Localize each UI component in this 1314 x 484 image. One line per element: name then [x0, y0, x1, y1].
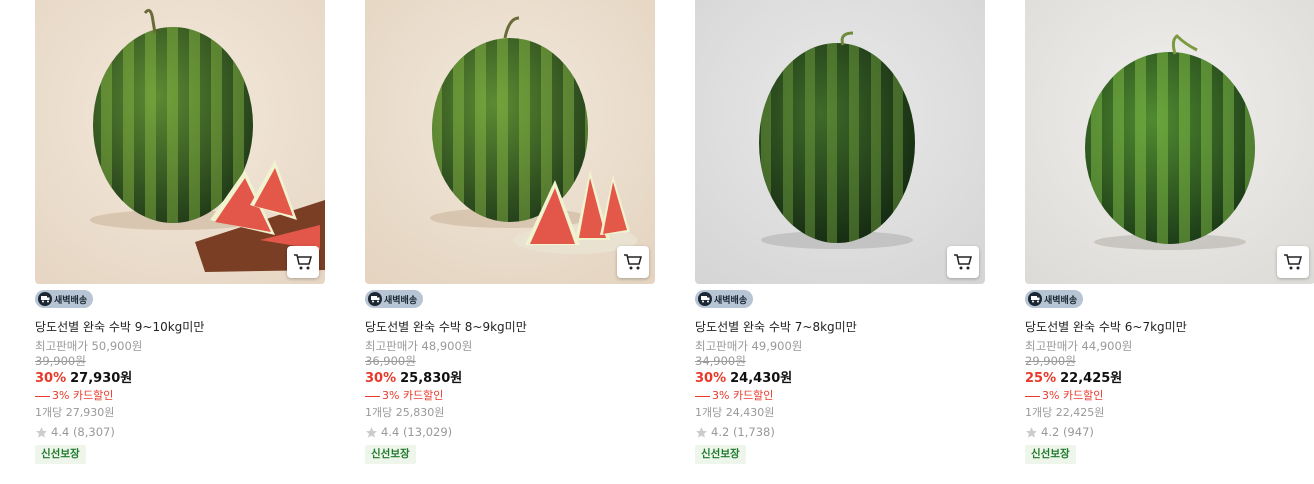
product-name[interactable]: 당도선별 완숙 수박 7~8kg미만: [695, 319, 985, 335]
card-discount-line-icon: [1025, 395, 1040, 397]
rating: 4.4 (8,307): [35, 425, 325, 439]
rating: 4.2 (947): [1025, 425, 1314, 439]
sale-price: 25% 22,425원: [1025, 370, 1314, 387]
card-discount: 3% 카드할인: [35, 389, 325, 403]
star-icon: [696, 426, 707, 438]
add-to-cart-button[interactable]: [947, 246, 979, 278]
watermelon-image: [695, 0, 985, 284]
freshness-guarantee-tag: 신선보장: [365, 445, 416, 464]
product-name[interactable]: 당도선별 완숙 수박 9~10kg미만: [35, 319, 325, 335]
badge-label: 새벽배송: [714, 295, 748, 306]
sale-price: 30% 24,430원: [695, 370, 985, 387]
star-icon: [1026, 426, 1037, 438]
badge-label: 새벽배송: [54, 295, 88, 306]
rating-text: 4.2 (947): [1041, 425, 1094, 439]
price-value: 24,430원: [730, 371, 793, 386]
dawn-delivery-badge: 새벽배송: [365, 290, 424, 308]
discount-rate: 30%: [35, 371, 67, 386]
highest-price: 최고판매가 50,900원: [35, 339, 143, 353]
highest-price: 최고판매가 49,900원: [695, 339, 803, 353]
product-card[interactable]: 새벽배송 당도선별 완숙 수박 6~7kg미만 최고판매가 44,900원 29…: [1025, 0, 1314, 464]
card-discount-label: 3% 카드할인: [52, 389, 114, 402]
rating-text: 4.4 (13,029): [381, 425, 453, 439]
watermelon-image: [35, 0, 325, 284]
price-value: 22,425원: [1060, 371, 1123, 386]
watermelon-image: [365, 0, 655, 284]
original-price: 36,900원: [365, 354, 416, 368]
card-discount-line-icon: [35, 395, 50, 397]
product-card[interactable]: 새벽배송 당도선별 완숙 수박 9~10kg미만 최고판매가 50,900원 3…: [35, 0, 325, 464]
original-price: 29,900원: [1025, 354, 1076, 368]
unit-price: 1개당 22,425원: [1025, 406, 1105, 419]
star-icon: [366, 426, 377, 438]
add-to-cart-button[interactable]: [1277, 246, 1309, 278]
sale-price: 30% 27,930원: [35, 370, 325, 387]
cart-icon: [624, 254, 642, 270]
freshness-guarantee-tag: 신선보장: [35, 445, 86, 464]
product-name[interactable]: 당도선별 완숙 수박 8~9kg미만: [365, 319, 655, 335]
delivery-truck-icon: [698, 292, 712, 306]
price-value: 27,930원: [70, 371, 133, 386]
cart-icon: [1284, 254, 1302, 270]
card-discount: 3% 카드할인: [1025, 389, 1314, 403]
freshness-guarantee-tag: 신선보장: [695, 445, 746, 464]
badge-label: 새벽배송: [384, 295, 418, 306]
card-discount-label: 3% 카드할인: [712, 389, 774, 402]
sale-price: 30% 25,830원: [365, 370, 655, 387]
watermelon-image: [1025, 0, 1314, 284]
card-discount-label: 3% 카드할인: [382, 389, 444, 402]
dawn-delivery-badge: 새벽배송: [695, 290, 754, 308]
freshness-guarantee-tag: 신선보장: [1025, 445, 1076, 464]
product-image[interactable]: [365, 0, 655, 284]
rating: 4.4 (13,029): [365, 425, 655, 439]
badge-label: 새벽배송: [1044, 295, 1078, 306]
highest-price: 최고판매가 48,900원: [365, 339, 473, 353]
dawn-delivery-badge: 새벽배송: [35, 290, 94, 308]
highest-price: 최고판매가 44,900원: [1025, 339, 1133, 353]
product-image[interactable]: [695, 0, 985, 284]
discount-rate: 25%: [1025, 371, 1057, 386]
product-card[interactable]: 새벽배송 당도선별 완숙 수박 8~9kg미만 최고판매가 48,900원 36…: [365, 0, 655, 464]
delivery-truck-icon: [368, 292, 382, 306]
card-discount: 3% 카드할인: [365, 389, 655, 403]
product-image[interactable]: [1025, 0, 1314, 284]
add-to-cart-button[interactable]: [617, 246, 649, 278]
price-value: 25,830원: [400, 371, 463, 386]
original-price: 39,900원: [35, 354, 86, 368]
product-card[interactable]: 새벽배송 당도선별 완숙 수박 7~8kg미만 최고판매가 49,900원 34…: [695, 0, 985, 464]
card-discount-line-icon: [695, 395, 710, 397]
delivery-truck-icon: [38, 292, 52, 306]
cart-icon: [954, 254, 972, 270]
product-image[interactable]: [35, 0, 325, 284]
cart-icon: [294, 254, 312, 270]
unit-price: 1개당 25,830원: [365, 406, 445, 419]
star-icon: [36, 426, 47, 438]
discount-rate: 30%: [695, 371, 727, 386]
dawn-delivery-badge: 새벽배송: [1025, 290, 1084, 308]
rating-text: 4.4 (8,307): [51, 425, 115, 439]
rating: 4.2 (1,738): [695, 425, 985, 439]
unit-price: 1개당 27,930원: [35, 406, 115, 419]
card-discount-label: 3% 카드할인: [1042, 389, 1104, 402]
product-name[interactable]: 당도선별 완숙 수박 6~7kg미만: [1025, 319, 1314, 335]
discount-rate: 30%: [365, 371, 397, 386]
delivery-truck-icon: [1028, 292, 1042, 306]
add-to-cart-button[interactable]: [287, 246, 319, 278]
rating-text: 4.2 (1,738): [711, 425, 775, 439]
product-grid: 새벽배송 당도선별 완숙 수박 9~10kg미만 최고판매가 50,900원 3…: [0, 0, 1314, 484]
card-discount-line-icon: [365, 395, 380, 397]
unit-price: 1개당 24,430원: [695, 406, 775, 419]
original-price: 34,900원: [695, 354, 746, 368]
card-discount: 3% 카드할인: [695, 389, 985, 403]
